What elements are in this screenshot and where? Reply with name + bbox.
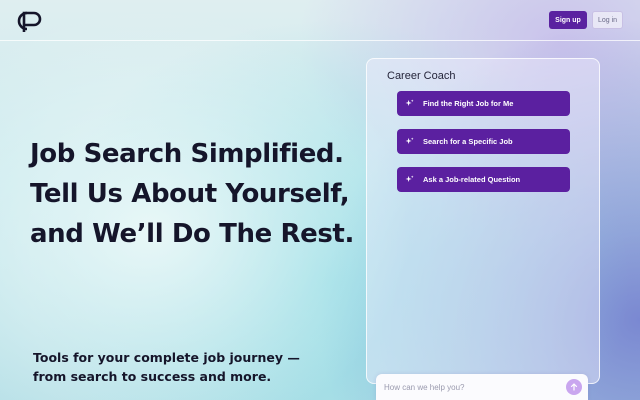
arrow-up-icon: [570, 383, 578, 391]
search-specific-job-button[interactable]: Search for a Specific Job: [397, 129, 570, 154]
sparkle-icon: [405, 137, 414, 145]
sparkle-icon: [405, 99, 414, 107]
career-coach-title: Career Coach: [387, 70, 456, 82]
chat-input[interactable]: [384, 380, 554, 394]
search-specific-job-label: Search for a Specific Job: [423, 137, 513, 146]
hero-title-line-2: Tell Us About Yourself,: [30, 179, 350, 209]
top-navigation-bar: Sign up Log in: [0, 0, 640, 41]
sign-up-button[interactable]: Sign up: [549, 11, 587, 29]
hero-subtitle-line-1: Tools for your complete job journey —: [33, 350, 300, 365]
sparkle-icon: [405, 175, 414, 183]
chat-input-bar: [376, 374, 588, 400]
hero-title: Job Search Simplified. Tell Us About You…: [30, 134, 360, 254]
hero-subtitle-line-2: from search to success and more.: [33, 369, 272, 384]
cp-logo-icon[interactable]: [14, 9, 46, 33]
career-coach-panel: Career Coach Find the Right Job for Me S…: [366, 58, 600, 384]
ask-job-question-button[interactable]: Ask a Job-related Question: [397, 167, 570, 192]
hero-title-line-3: and We’ll Do The Rest.: [30, 219, 354, 249]
ask-job-question-label: Ask a Job-related Question: [423, 175, 521, 184]
send-button[interactable]: [566, 379, 582, 395]
hero-title-line-1: Job Search Simplified.: [30, 139, 344, 169]
find-right-job-label: Find the Right Job for Me: [423, 99, 514, 108]
log-in-button[interactable]: Log in: [592, 11, 623, 29]
find-right-job-button[interactable]: Find the Right Job for Me: [397, 91, 570, 116]
hero-subtitle: Tools for your complete job journey — fr…: [33, 348, 333, 386]
